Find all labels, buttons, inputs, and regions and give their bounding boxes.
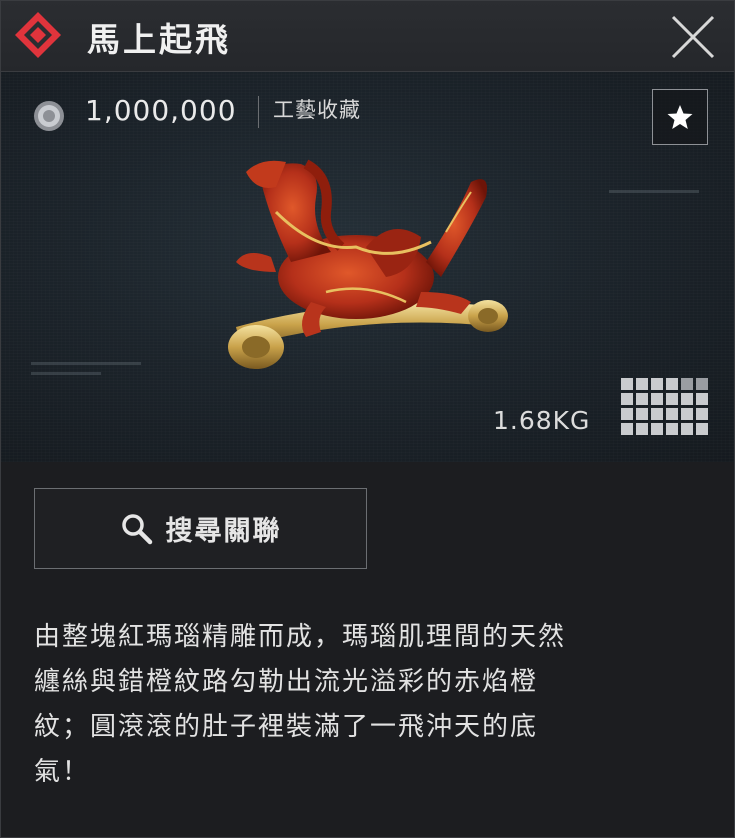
grid-cell	[621, 423, 633, 435]
hud-decoration	[609, 190, 699, 193]
description-line: 氣！	[34, 757, 91, 787]
search-icon	[121, 513, 152, 544]
grid-cell	[636, 378, 648, 390]
grid-cell	[666, 393, 678, 405]
inventory-grid-icon	[621, 378, 708, 435]
grid-cell	[696, 378, 708, 390]
grid-cell	[636, 423, 648, 435]
grid-cell	[621, 393, 633, 405]
grid-cell	[651, 393, 663, 405]
coin-icon	[34, 101, 64, 131]
description-line: 纏絲與錯橙紋路勾勒出流光溢彩的赤焰橙	[34, 667, 539, 697]
grid-cell	[696, 423, 708, 435]
grid-cell	[666, 408, 678, 420]
description-line: 紋；圓滾滾的肚子裡裝滿了一飛沖天的底	[34, 712, 539, 742]
grid-cell	[666, 423, 678, 435]
grid-cell	[681, 393, 693, 405]
item-title: 馬上起飛	[87, 20, 231, 59]
favorite-button[interactable]	[652, 89, 708, 145]
grid-cell	[636, 393, 648, 405]
grid-cell	[651, 408, 663, 420]
diamond-icon	[15, 12, 61, 58]
grid-cell	[666, 378, 678, 390]
item-price: 1,000,000	[85, 94, 237, 127]
grid-cell	[681, 378, 693, 390]
hud-decoration	[31, 372, 101, 375]
item-showcase: 1,000,000 工藝收藏 1.68KG	[1, 72, 734, 462]
grid-cell	[681, 408, 693, 420]
grid-cell	[651, 378, 663, 390]
grid-cell	[696, 393, 708, 405]
hud-decoration	[31, 362, 141, 365]
search-button-label: 搜尋關聯	[165, 516, 282, 547]
item-weight: 1.68KG	[493, 406, 591, 435]
grid-cell	[621, 408, 633, 420]
header: 馬上起飛	[1, 1, 734, 72]
divider	[258, 96, 259, 128]
close-icon[interactable]	[667, 11, 719, 63]
item-category: 工藝收藏	[273, 98, 361, 122]
star-icon	[667, 105, 693, 129]
grid-cell	[636, 408, 648, 420]
grid-cell	[681, 423, 693, 435]
horse-statue-image	[228, 159, 508, 369]
item-description: 由整塊紅瑪瑙精雕而成，瑪瑙肌理間的天然 纏絲與錯橙紋路勾勒出流光溢彩的赤焰橙 紋…	[34, 615, 704, 795]
search-related-button[interactable]: 搜尋關聯	[34, 488, 367, 569]
item-detail-panel: 馬上起飛 1,000,000 工藝收藏 1.68KG 搜尋關聯 由整塊紅瑪瑙精雕…	[0, 0, 735, 838]
grid-cell	[651, 423, 663, 435]
grid-cell	[621, 378, 633, 390]
description-line: 由整塊紅瑪瑙精雕而成，瑪瑙肌理間的天然	[34, 622, 567, 652]
grid-cell	[696, 408, 708, 420]
